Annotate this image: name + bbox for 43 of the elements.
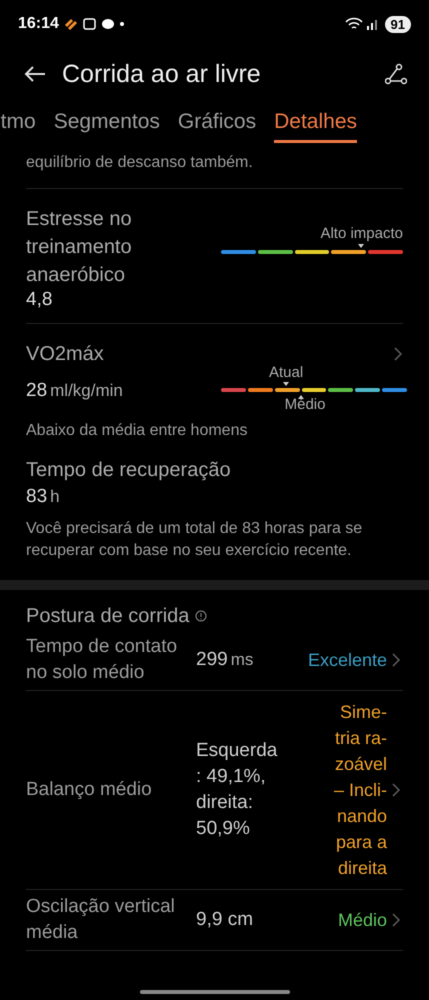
dot-icon bbox=[120, 22, 124, 26]
section-title: VO2máx bbox=[26, 342, 104, 367]
scale-label: Médio bbox=[284, 396, 326, 413]
section-title: Postura de corrida bbox=[26, 604, 190, 629]
posture-row[interactable]: Oscilação vertical média 9,9 cm Médio bbox=[26, 890, 403, 951]
metric-label: Balanço médio bbox=[26, 778, 153, 802]
note-text: Abaixo da média entre homens bbox=[26, 421, 248, 441]
back-arrow-icon[interactable] bbox=[24, 65, 46, 83]
route-icon[interactable] bbox=[385, 63, 407, 85]
rating-text: Médio bbox=[338, 909, 387, 932]
battery-indicator: 91 bbox=[384, 16, 411, 32]
metric-value: Esquerda : 49,1%, direita: 50,9% bbox=[196, 739, 278, 841]
page-title: Corrida ao ar livre bbox=[62, 60, 262, 88]
chevron-icon bbox=[391, 912, 401, 928]
chevron-icon bbox=[391, 782, 401, 798]
info-icon[interactable] bbox=[195, 610, 208, 622]
metric-value: 4,8 bbox=[26, 289, 54, 311]
rating-text: Excelente bbox=[308, 649, 387, 672]
scale-label: Alto impacto bbox=[319, 225, 403, 242]
tab[interactable]: itmo bbox=[0, 110, 36, 143]
metric-label: Oscilação vertical média bbox=[26, 895, 176, 945]
tab[interactable]: Detalhes bbox=[274, 110, 357, 143]
chevron-icon bbox=[393, 346, 403, 362]
app-notification-icon bbox=[64, 18, 77, 30]
metric-value: 299 ms bbox=[196, 648, 254, 672]
metric-value: 9,9 cm bbox=[196, 908, 254, 932]
section-title: Estresse no treinamento anaeróbico bbox=[26, 207, 133, 288]
section-title: Tempo de recuperação bbox=[26, 458, 232, 483]
signal-icons bbox=[344, 17, 379, 31]
description-text: equilíbrio de descanso também. bbox=[26, 153, 254, 173]
metric-value: 28 ml/kg/min bbox=[26, 380, 123, 402]
scale-label: Atual bbox=[269, 364, 304, 381]
posture-row[interactable]: Balanço médio Esquerda : 49,1%, direita: 50,9% Sime- tria ra- zoável – Incli- nando para a direita bbox=[26, 691, 403, 890]
rating-text: Sime- tria ra- zoável – Incli- nando para a direita bbox=[334, 701, 387, 880]
metric-label: Tempo de contato no solo médio bbox=[26, 635, 178, 685]
tab[interactable]: Segmentos bbox=[54, 110, 160, 143]
tab[interactable]: Gráficos bbox=[178, 110, 256, 143]
chat-bubble-icon bbox=[102, 19, 114, 29]
chevron-icon bbox=[391, 652, 401, 668]
metric-value: 83 h bbox=[26, 486, 61, 508]
clock: 16:14 bbox=[18, 15, 59, 33]
description-text: Você precisará de um total de 83 horas para se recuperar com base no seu exercício recente. bbox=[26, 519, 364, 561]
screenshot-icon bbox=[82, 18, 96, 30]
